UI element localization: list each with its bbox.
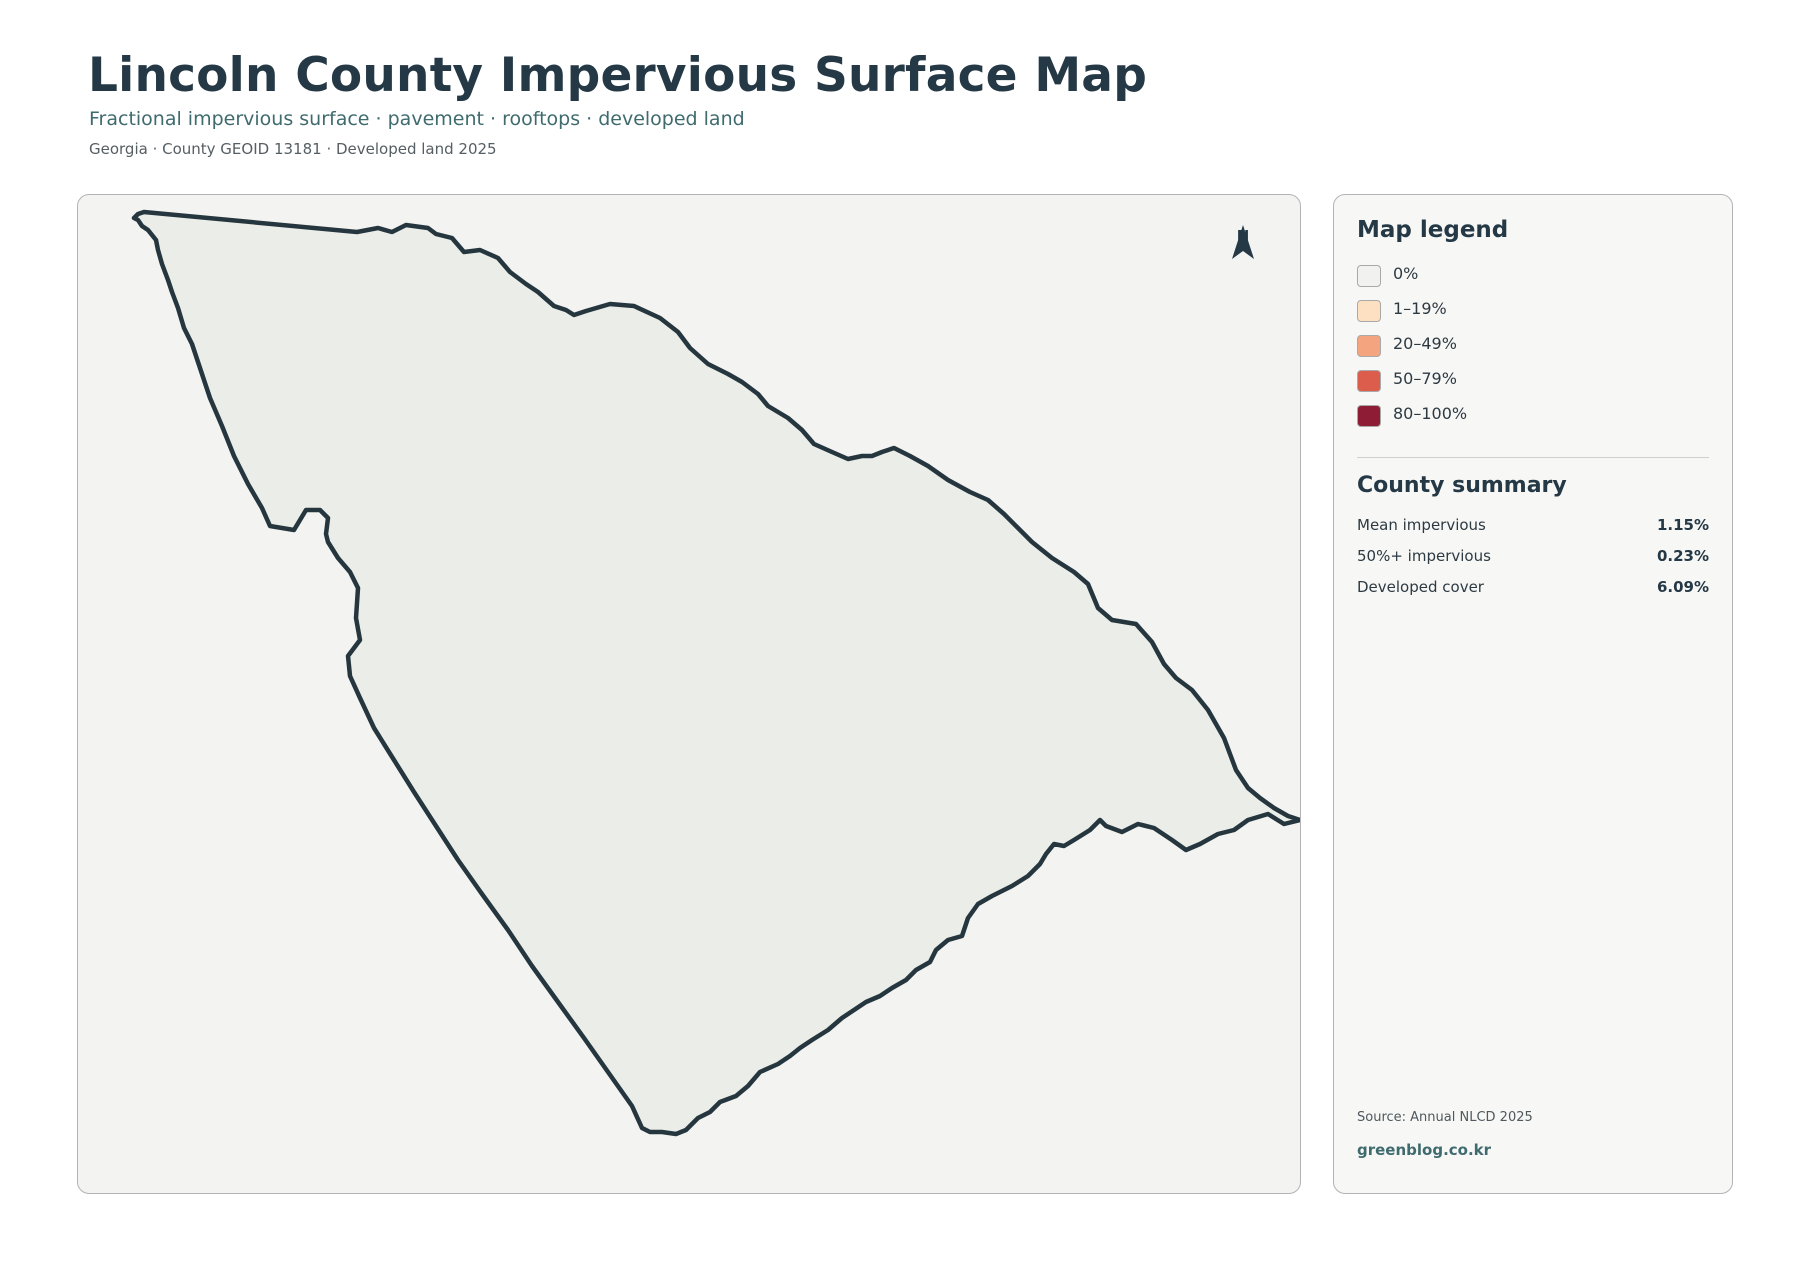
developed-patch — [277, 939, 282, 944]
developed-patch — [289, 723, 292, 726]
summary-row: Mean impervious 1.15% — [1357, 516, 1709, 547]
developed-patch — [914, 451, 917, 454]
developed-patch — [646, 277, 648, 279]
developed-patch — [356, 866, 359, 870]
developed-patch — [258, 877, 261, 880]
legend-swatch — [1357, 335, 1381, 357]
legend-label: 20–49% — [1393, 334, 1457, 353]
developed-patch — [312, 973, 315, 976]
developed-patch — [714, 239, 716, 242]
developed-patch — [614, 293, 619, 298]
developed-patch — [246, 705, 248, 708]
summary-label: 50%+ impervious — [1357, 547, 1491, 565]
developed-patch — [333, 901, 336, 904]
developed-patch — [465, 1014, 469, 1018]
map-panel[interactable]: N — [77, 194, 1301, 1194]
developed-patch — [880, 288, 884, 291]
developed-patch — [352, 752, 355, 756]
legend-item: 20–49% — [1357, 335, 1467, 370]
page-title: Lincoln County Impervious Surface Map — [88, 48, 1148, 103]
summary-title: County summary — [1357, 473, 1567, 498]
developed-patch — [885, 438, 889, 441]
summary-value: 6.09% — [1656, 578, 1709, 596]
developed-patch — [921, 989, 925, 993]
legend-label: 1–19% — [1393, 299, 1447, 318]
developed-patch — [237, 607, 240, 610]
summary-label: Developed cover — [1357, 578, 1484, 596]
developed-patch — [231, 948, 235, 953]
developed-patch — [445, 1021, 447, 1024]
developed-patch — [291, 552, 293, 555]
developed-patch — [704, 335, 707, 338]
developed-patch — [813, 239, 815, 242]
legend-swatch — [1357, 300, 1381, 322]
developed-patch — [482, 967, 486, 970]
developed-patch — [232, 575, 236, 579]
developed-patch — [348, 859, 351, 863]
developed-patch — [275, 1021, 277, 1024]
developed-patch — [283, 849, 287, 853]
north-arrow-icon — [1232, 225, 1254, 259]
legend-swatch — [1357, 405, 1381, 427]
summary-value: 0.23% — [1656, 547, 1709, 565]
developed-patch — [460, 240, 465, 244]
legend-divider — [1357, 457, 1709, 458]
developed-patch — [811, 263, 814, 266]
page-subtitle: Fractional impervious surface · pavement… — [89, 108, 745, 130]
side-panel: Map legend 0% 1–19% 20–49% 50–79% 80–100… — [1333, 194, 1733, 1194]
summary-value: 1.15% — [1656, 516, 1709, 534]
developed-patch — [448, 928, 452, 932]
developed-patch — [807, 386, 812, 391]
developed-patch — [315, 913, 318, 916]
legend-label: 80–100% — [1393, 404, 1468, 423]
developed-patch — [246, 970, 249, 974]
developed-patch — [364, 771, 367, 774]
source-note: Source: Annual NLCD 2025 — [1357, 1110, 1533, 1125]
developed-patch — [676, 305, 679, 307]
legend-label: 0% — [1393, 264, 1419, 283]
legend-item: 1–19% — [1357, 300, 1467, 335]
developed-patch — [253, 694, 257, 699]
map-canvas[interactable] — [78, 195, 1301, 1194]
developed-patch — [239, 592, 242, 595]
developed-patch — [231, 637, 233, 639]
developed-patch — [241, 883, 244, 886]
developed-patch — [344, 876, 347, 879]
county-boundary — [131, 209, 1300, 1137]
legend-item: 50–79% — [1357, 370, 1467, 405]
developed-patch — [288, 599, 292, 602]
developed-patch — [334, 818, 337, 821]
legend-item: 80–100% — [1357, 405, 1467, 440]
legend-title: Map legend — [1357, 217, 1509, 243]
developed-patch — [438, 1007, 441, 1011]
north-arrow: N — [1228, 225, 1258, 259]
legend-label: 50–79% — [1393, 369, 1457, 388]
site-link[interactable]: greenblog.co.kr — [1357, 1141, 1491, 1159]
summary-list: Mean impervious 1.15% 50%+ impervious 0.… — [1357, 516, 1709, 609]
developed-patch — [879, 392, 884, 396]
developed-patch — [320, 998, 323, 1001]
developed-patch — [796, 386, 801, 390]
developed-patch — [356, 902, 361, 906]
summary-row: Developed cover 6.09% — [1357, 578, 1709, 609]
legend-swatch — [1357, 265, 1381, 287]
developed-patch — [319, 652, 322, 655]
legend-item: 0% — [1357, 265, 1467, 300]
summary-row: 50%+ impervious 0.23% — [1357, 547, 1709, 578]
developed-patch — [660, 291, 664, 294]
developed-patch — [802, 250, 807, 255]
developed-patch — [320, 601, 323, 603]
legend-list: 0% 1–19% 20–49% 50–79% 80–100% — [1357, 265, 1467, 440]
developed-patch — [519, 1000, 522, 1004]
page-meta: Georgia · County GEOID 13181 · Developed… — [89, 140, 497, 158]
developed-patch — [914, 240, 918, 244]
developed-patch — [346, 782, 349, 785]
legend-swatch — [1357, 370, 1381, 392]
developed-patch — [787, 313, 791, 317]
summary-label: Mean impervious — [1357, 516, 1486, 534]
